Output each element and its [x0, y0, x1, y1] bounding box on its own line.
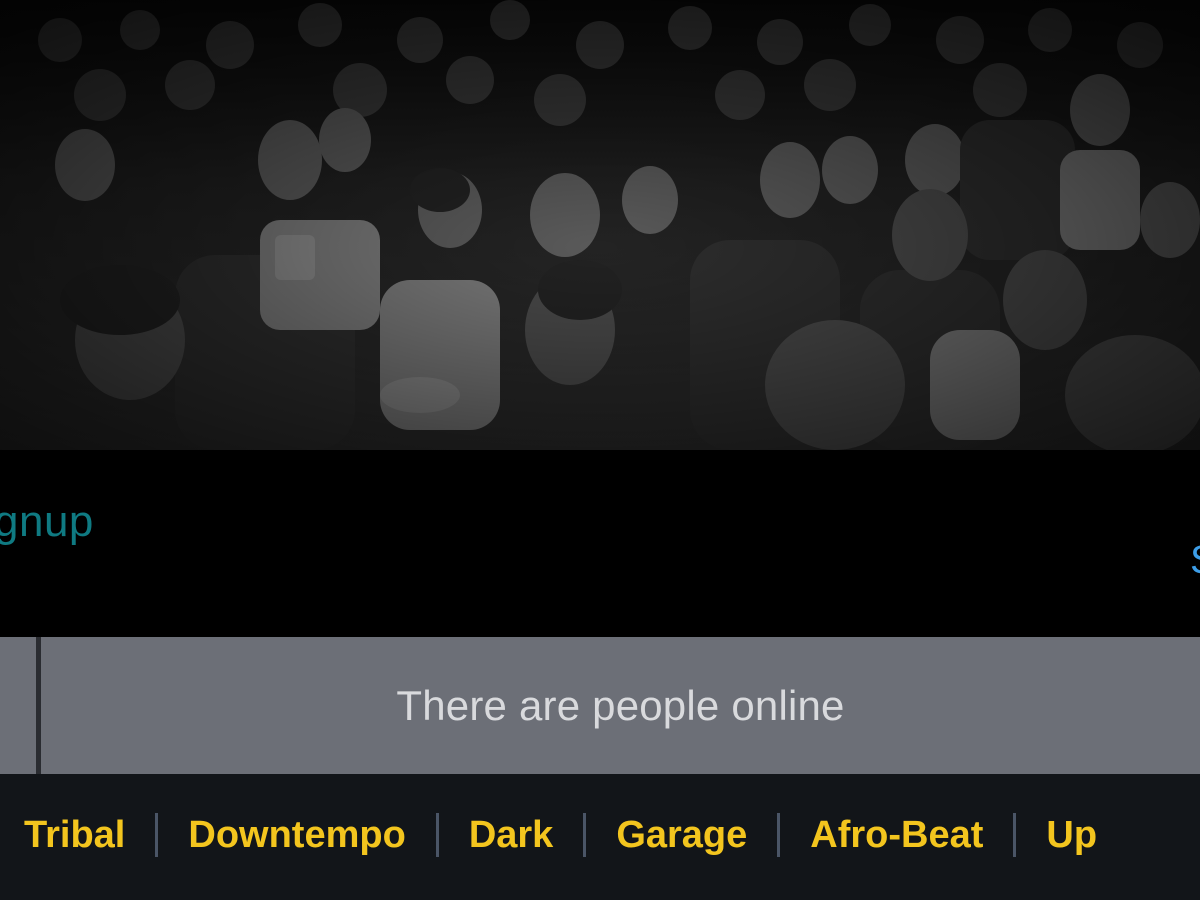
edge-link[interactable]: S — [1190, 540, 1200, 580]
genre-link-downtempo[interactable]: Downtempo — [188, 812, 405, 858]
genre-link-garage[interactable]: Garage — [616, 812, 747, 858]
online-count-text: There are people online — [396, 681, 845, 729]
signup-link[interactable]: gnup — [0, 500, 94, 544]
header-band — [0, 450, 1200, 637]
hero-crowd-photo — [0, 0, 1200, 450]
page: gnup S There are people online Tribal Do… — [0, 0, 1200, 900]
genre-link-tribal[interactable]: Tribal — [24, 812, 125, 858]
online-bar-left-cell — [0, 637, 36, 774]
genre-separator — [1013, 813, 1017, 857]
genre-nav-row: Tribal Downtempo Dark Garage Afro-Beat U… — [24, 812, 1097, 858]
genre-separator — [155, 813, 159, 857]
online-status-bar: There are people online — [0, 637, 1200, 774]
genre-separator — [583, 813, 587, 857]
genre-link-up[interactable]: Up — [1046, 812, 1097, 858]
genre-link-dark[interactable]: Dark — [469, 812, 554, 858]
genre-link-afro-beat[interactable]: Afro-Beat — [810, 812, 983, 858]
genre-separator — [777, 813, 781, 857]
genre-separator — [435, 813, 439, 857]
